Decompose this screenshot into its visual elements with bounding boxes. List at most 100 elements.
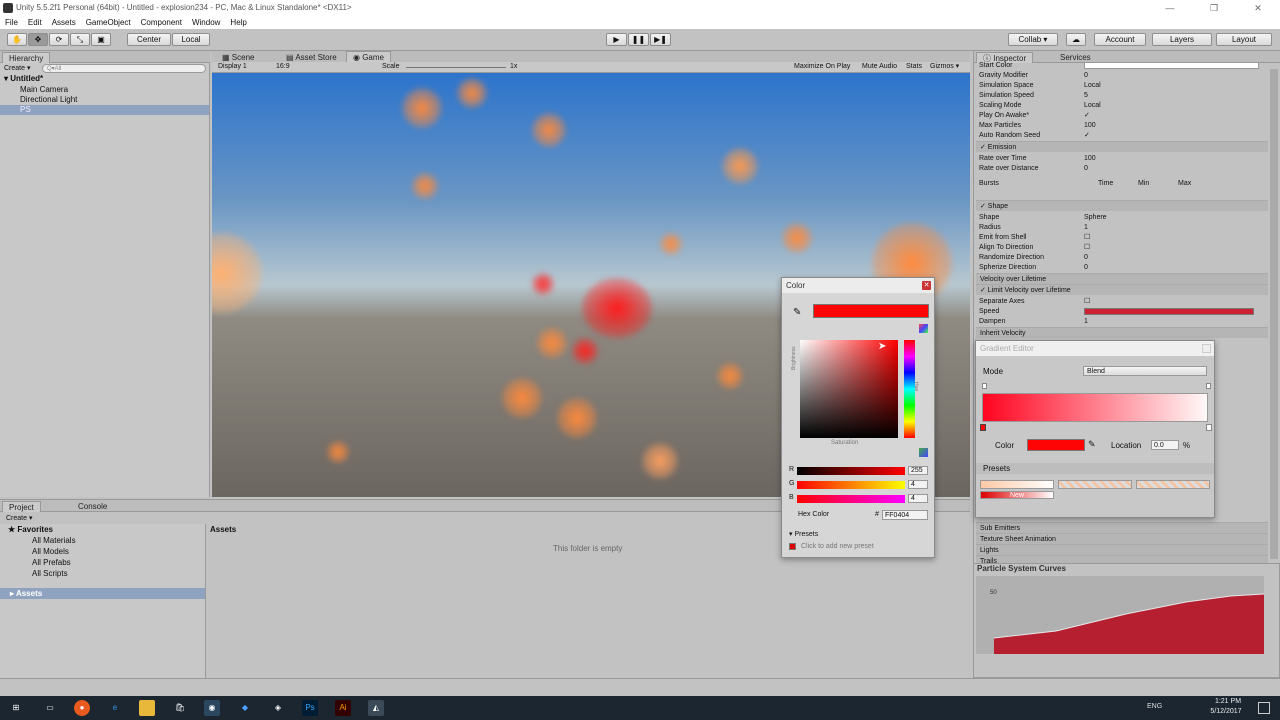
field-separate-axes[interactable]: Separate Axes ☐ (978, 297, 1270, 307)
module-texture-sheet-animation[interactable]: Texture Sheet Animation (976, 533, 1268, 544)
tab-project[interactable]: Project (2, 501, 41, 512)
project-create-button[interactable]: Create ▾ (6, 514, 32, 522)
module-shape[interactable]: ✓ Shape (976, 200, 1268, 211)
tab-game[interactable]: ◉ Game (346, 51, 391, 62)
field-speed[interactable]: Speed (978, 307, 1270, 317)
store-icon[interactable]: 🛍 (172, 700, 188, 716)
blue-value-field[interactable]: 4 (908, 494, 928, 503)
unity-hub-icon[interactable]: ◈ (270, 700, 286, 716)
field-gravity-modifier[interactable]: Gravity Modifier 0 (978, 71, 1270, 81)
start-color-swatch[interactable] (1084, 62, 1259, 69)
presets-foldout[interactable]: ▾ Presets (789, 530, 818, 538)
module-trails[interactable]: Trails (976, 555, 1268, 563)
eyedropper-icon[interactable]: ✎ (793, 307, 801, 318)
tab-hierarchy[interactable]: Hierarchy (2, 52, 51, 63)
close-icon[interactable] (1202, 344, 1211, 353)
scale-slider[interactable] (406, 67, 506, 68)
field-rate-over-time[interactable]: Rate over Time 100 (978, 154, 1270, 164)
menu-component[interactable]: Component (141, 16, 182, 29)
favorites-item[interactable]: ★ Favorites (8, 525, 53, 534)
fav-all-prefabs[interactable]: All Prefabs (32, 558, 71, 567)
app-icon[interactable]: ◆ (237, 700, 253, 716)
rotate-tool-icon[interactable]: ⟳ (49, 33, 69, 46)
steam-icon[interactable]: ◉ (204, 700, 220, 716)
color-key-right[interactable] (1206, 424, 1212, 431)
color-mode-icon[interactable] (919, 324, 928, 333)
fav-all-scripts[interactable]: All Scripts (32, 569, 68, 578)
gradient-color-swatch[interactable] (1027, 439, 1085, 451)
stats-toggle[interactable]: Stats (906, 62, 922, 72)
color-key-left[interactable] (980, 424, 986, 431)
pivot-local-button[interactable]: Local (172, 33, 210, 46)
field-start-color[interactable]: Start Color (978, 61, 1270, 71)
gizmos-dropdown[interactable]: Gizmos ▾ (930, 62, 959, 72)
firefox-icon[interactable]: ● (74, 700, 90, 716)
gradient-preset[interactable] (1058, 480, 1132, 489)
close-icon[interactable]: ✕ (922, 281, 931, 290)
blue-slider[interactable] (797, 495, 905, 503)
add-preset-hint[interactable]: Click to add new preset (801, 543, 874, 550)
field-checkbox[interactable]: ☐ (1084, 243, 1090, 253)
close-window-button[interactable]: ✕ (1236, 0, 1280, 16)
tab-console[interactable]: Console (72, 501, 113, 512)
location-input[interactable]: 0.0 (1151, 440, 1179, 450)
field-shape[interactable]: Shape Sphere (978, 213, 1270, 223)
menu-edit[interactable]: Edit (28, 16, 42, 29)
mute-audio-toggle[interactable]: Mute Audio (862, 62, 897, 72)
language-indicator[interactable]: ENG (1147, 703, 1162, 710)
menu-assets[interactable]: Assets (52, 16, 76, 29)
red-slider[interactable] (797, 467, 905, 475)
hand-tool-icon[interactable]: ✋ (7, 33, 27, 46)
speed-curve-swatch[interactable] (1084, 308, 1254, 315)
field-emit-from-shell[interactable]: Emit from Shell ☐ (978, 233, 1270, 243)
module-inherit-velocity[interactable]: Inherit Velocity (976, 327, 1268, 338)
step-icon[interactable]: ▶❚ (650, 33, 671, 46)
clock-date[interactable]: 5/12/2017 (1206, 708, 1246, 715)
unity-taskbar-icon[interactable]: ◭ (368, 700, 384, 716)
menu-help[interactable]: Help (230, 16, 246, 29)
rect-tool-icon[interactable]: ▣ (91, 33, 111, 46)
green-slider[interactable] (797, 481, 905, 489)
maximize-on-play-toggle[interactable]: Maximize On Play (794, 62, 850, 72)
module-sub-emitters[interactable]: Sub Emitters (976, 522, 1268, 533)
gradient-preset[interactable] (1136, 480, 1210, 489)
field-auto-random-seed[interactable]: Auto Random Seed ✓ (978, 131, 1270, 141)
illustrator-icon[interactable]: Ai (335, 700, 351, 716)
hierarchy-create-button[interactable]: Create ▾ (4, 64, 30, 72)
file-explorer-icon[interactable] (139, 700, 155, 716)
field-rate-over-distance[interactable]: Rate over Distance 0 (978, 164, 1270, 174)
preset-swatch[interactable] (789, 543, 796, 550)
maximize-button[interactable]: ❐ (1192, 0, 1236, 16)
field-simulation-space[interactable]: Simulation Space Local (978, 81, 1270, 91)
alpha-key-left[interactable] (982, 383, 987, 389)
alpha-key-right[interactable] (1206, 383, 1211, 389)
module-emission[interactable]: ✓ Emission (976, 141, 1268, 152)
slider-mode-icon[interactable] (919, 448, 928, 457)
notifications-icon[interactable] (1258, 702, 1270, 714)
photoshop-icon[interactable]: Ps (302, 700, 318, 716)
eyedropper-icon[interactable]: ✎ (1088, 439, 1096, 450)
hex-color-input[interactable]: FF0404 (882, 510, 928, 520)
inspector-scrollbar[interactable] (1270, 69, 1278, 559)
menu-window[interactable]: Window (192, 16, 220, 29)
aspect-dropdown[interactable]: 16:9 (276, 62, 290, 72)
field-scaling-mode[interactable]: Scaling Mode Local (978, 101, 1270, 111)
green-value-field[interactable]: 4 (908, 480, 928, 489)
layers-button[interactable]: Layers (1152, 33, 1212, 46)
gradient-preview-bar[interactable] (982, 393, 1208, 422)
scale-tool-icon[interactable]: ⤡ (70, 33, 90, 46)
display-dropdown[interactable]: Display 1 (218, 62, 247, 72)
clock-time[interactable]: 1:21 PM (1210, 698, 1246, 705)
hierarchy-item-ps[interactable]: PS (20, 105, 31, 115)
edge-icon[interactable]: e (107, 700, 123, 716)
move-tool-icon[interactable]: ✥ (28, 33, 48, 46)
field-randomize-direction[interactable]: Randomize Direction 0 (978, 253, 1270, 263)
new-preset-button[interactable]: New (980, 491, 1054, 499)
windows-start-icon[interactable]: ⊞ (8, 700, 24, 716)
field-checkbox[interactable]: ☐ (1084, 297, 1090, 307)
red-value-field[interactable]: 255 (908, 466, 928, 475)
layout-button[interactable]: Layout (1216, 33, 1272, 46)
field-checkbox[interactable]: ✓ (1084, 111, 1090, 121)
field-play-on-awake[interactable]: Play On Awake* ✓ (978, 111, 1270, 121)
collab-button[interactable]: Collab ▾ (1008, 33, 1058, 46)
